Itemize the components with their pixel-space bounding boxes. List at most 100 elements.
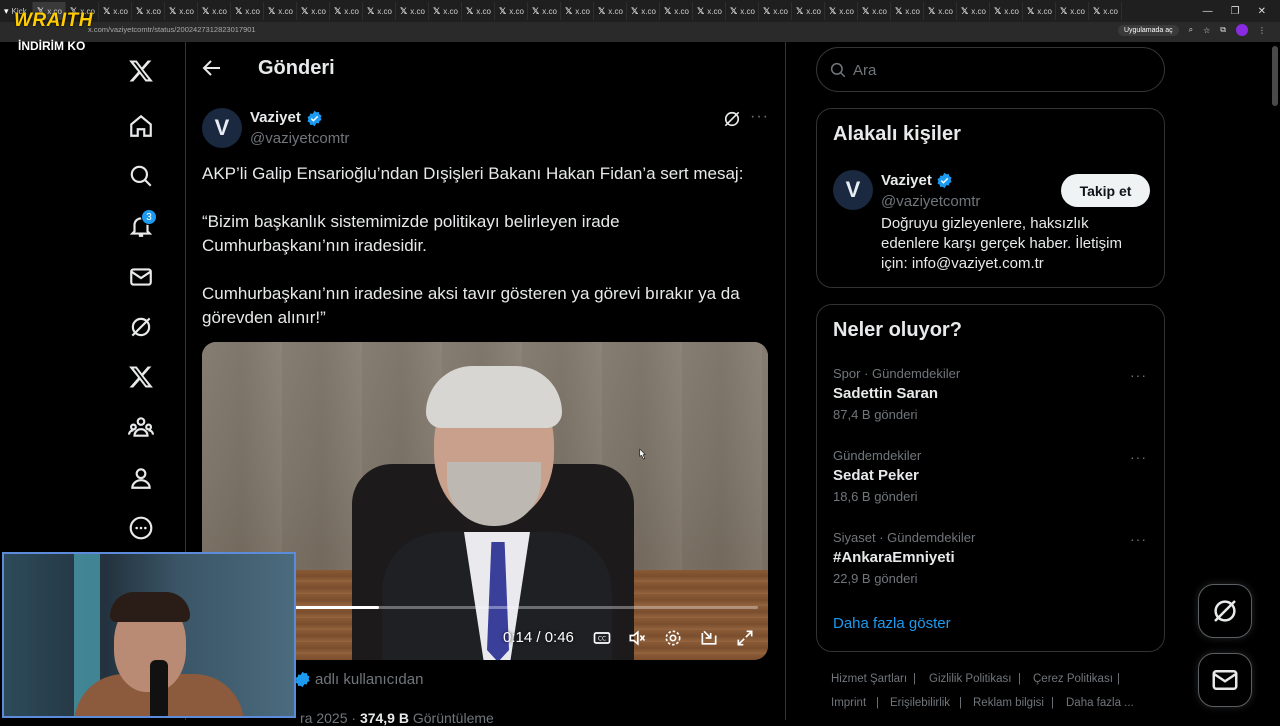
footer-link[interactable]: Reklam bilgisi [973, 697, 1044, 709]
browser-tab[interactable]: 𝕏x.co [363, 2, 396, 20]
close-window-icon[interactable]: ✕ [1258, 6, 1266, 17]
browser-menu-icon[interactable]: ⋮ [1258, 26, 1266, 35]
settings-gear-icon[interactable] [663, 628, 683, 648]
browser-tab[interactable]: 𝕏x.co [792, 2, 825, 20]
footer-link[interactable]: Erişilebilirlik [890, 697, 950, 709]
browser-tab[interactable]: 𝕏x.co [462, 2, 495, 20]
author-handle[interactable]: @vaziyetcomtr [250, 130, 349, 147]
browser-tab[interactable]: 𝕏x.co [924, 2, 957, 20]
follow-button[interactable]: Takip et [1061, 174, 1150, 207]
browser-tab[interactable]: 𝕏x.co [990, 2, 1023, 20]
footer-link[interactable]: Hizmet Şartları [831, 673, 907, 685]
trend-more-icon[interactable]: ··· [1130, 367, 1147, 383]
x-tab-icon: 𝕏 [730, 5, 738, 16]
browser-tab[interactable]: 𝕏x.co [528, 2, 561, 20]
browser-tab[interactable]: 𝕏x.co [264, 2, 297, 20]
browser-tab[interactable]: 𝕏x.co [1089, 2, 1122, 20]
browser-tab[interactable]: 𝕏x.co [165, 2, 198, 20]
related-avatar[interactable]: V [833, 170, 873, 210]
trend-more-icon[interactable]: ··· [1130, 449, 1147, 465]
tweet-more-icon[interactable]: ··· [750, 108, 769, 126]
browser-tab[interactable]: 𝕏x.co [825, 2, 858, 20]
footer-link[interactable]: Imprint [831, 697, 866, 709]
browser-tab[interactable]: 𝕏x.co [627, 2, 660, 20]
browser-tab-label: x.co [113, 6, 128, 16]
url-text[interactable]: x.com/vaziyetcomtr/status/20024273128230… [88, 25, 256, 34]
grok-fab-button[interactable] [1198, 584, 1252, 638]
minimize-icon[interactable]: — [1203, 6, 1213, 17]
x-tab-icon: ▾ [4, 5, 9, 16]
page-scrollbar[interactable] [1272, 46, 1278, 106]
browser-tab[interactable]: 𝕏x.co [198, 2, 231, 20]
footer-separator: | [1018, 673, 1021, 685]
footer-link[interactable]: Çerez Politikası [1033, 673, 1113, 685]
browser-tab[interactable]: 𝕏x.co [495, 2, 528, 20]
browser-tab[interactable]: 𝕏x.co [231, 2, 264, 20]
browser-tab-label: x.co [971, 6, 986, 16]
footer-link[interactable]: Gizlilik Politikası [929, 673, 1011, 685]
premium-x-icon[interactable] [126, 362, 156, 392]
install-app-pill[interactable]: Uygulamada aç [1117, 24, 1179, 36]
related-name[interactable]: Vaziyet [881, 172, 932, 189]
svg-text:CC: CC [598, 637, 606, 643]
browser-tab[interactable]: 𝕏x.co [693, 2, 726, 20]
search-input[interactable] [853, 59, 1153, 81]
profile-avatar[interactable] [1236, 24, 1248, 36]
messages-fab-button[interactable] [1198, 653, 1252, 707]
footer-link[interactable]: Daha fazla ... [1066, 697, 1134, 709]
author-avatar[interactable]: V [202, 108, 242, 148]
mouse-cursor-icon [639, 448, 646, 460]
related-handle[interactable]: @vaziyetcomtr [881, 193, 980, 210]
x-tab-icon: 𝕏 [301, 5, 309, 16]
browser-tab[interactable]: 𝕏x.co [132, 2, 165, 20]
browser-tab[interactable]: 𝕏x.co [1023, 2, 1056, 20]
trend-name[interactable]: Sedat Peker [833, 467, 919, 484]
browser-tab[interactable]: 𝕏x.co [297, 2, 330, 20]
bookmark-star-icon[interactable]: ☆ [1203, 26, 1210, 35]
browser-tab[interactable]: 𝕏x.co [660, 2, 693, 20]
browser-tab-label: x.co [707, 6, 722, 16]
grok-icon[interactable] [126, 312, 156, 342]
extensions-icon[interactable]: ⧉ [1220, 25, 1226, 35]
fullscreen-icon[interactable] [735, 628, 755, 648]
browser-tab[interactable]: 𝕏x.co [759, 2, 792, 20]
author-name[interactable]: Vaziyet [250, 109, 301, 126]
footer-separator: | [913, 673, 916, 685]
browser-tab[interactable]: 𝕏x.co [726, 2, 759, 20]
tweet-text-line: AKP’li Galip Ensarioğlu’ndan Dışişleri B… [202, 164, 744, 183]
captions-icon[interactable]: CC [592, 628, 612, 648]
browser-tab[interactable]: 𝕏x.co [429, 2, 462, 20]
communities-icon[interactable] [126, 412, 156, 442]
address-bar[interactable]: x.com/vaziyetcomtr/status/20024273128230… [0, 22, 1280, 42]
maximize-icon[interactable]: ❐ [1231, 6, 1240, 17]
zoom-icon[interactable]: ⌕ [1189, 25, 1193, 35]
browser-tab[interactable]: 𝕏x.co [99, 2, 132, 20]
more-options-icon[interactable] [126, 513, 156, 543]
picture-in-picture-icon[interactable] [699, 628, 719, 648]
mute-icon[interactable] [627, 628, 647, 648]
x-tab-icon: 𝕏 [796, 5, 804, 16]
page-title: Gönderi [258, 57, 335, 79]
browser-tab[interactable]: 𝕏x.co [561, 2, 594, 20]
browser-tab-label: x.co [179, 6, 194, 16]
browser-tab[interactable]: 𝕏x.co [957, 2, 990, 20]
home-icon[interactable] [126, 111, 156, 141]
trend-more-icon[interactable]: ··· [1130, 531, 1147, 547]
browser-tab[interactable]: 𝕏x.co [330, 2, 363, 20]
search-icon[interactable] [126, 161, 156, 191]
grok-explain-icon[interactable] [722, 109, 742, 129]
messages-envelope-icon[interactable] [126, 262, 156, 292]
show-more-link[interactable]: Daha fazla göster [833, 615, 951, 632]
back-arrow-icon[interactable] [200, 56, 226, 82]
profile-icon[interactable] [126, 463, 156, 493]
trend-name[interactable]: Sadettin Saran [833, 385, 938, 402]
browser-tab[interactable]: 𝕏x.co [858, 2, 891, 20]
browser-tab[interactable]: 𝕏x.co [396, 2, 429, 20]
browser-tab[interactable]: 𝕏x.co [1056, 2, 1089, 20]
x-logo-icon[interactable] [126, 56, 156, 86]
browser-tab[interactable]: 𝕏x.co [891, 2, 924, 20]
x-tab-icon: 𝕏 [235, 5, 243, 16]
browser-tab[interactable]: 𝕏x.co [594, 2, 627, 20]
search-box[interactable] [816, 47, 1165, 92]
trend-name[interactable]: #AnkaraEmniyeti [833, 549, 955, 566]
